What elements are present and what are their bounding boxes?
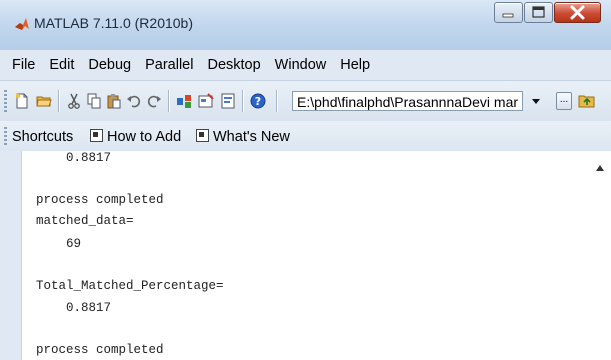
maximize-icon <box>532 6 545 18</box>
command-window[interactable]: 0.8817 process completed matched_data= 6… <box>21 151 592 360</box>
matlab-logo-icon <box>15 18 29 30</box>
close-icon <box>570 5 585 20</box>
undo-icon[interactable] <box>126 93 142 109</box>
command-output-line: matched_data= <box>36 214 134 228</box>
scroll-up-arrow-icon[interactable] <box>596 165 604 171</box>
profiler-icon[interactable] <box>220 93 236 109</box>
shortcut-how-to-add-label: How to Add <box>107 129 182 145</box>
command-output-line: process completed <box>36 193 164 207</box>
up-folder-icon[interactable] <box>578 93 596 109</box>
toolbar-grip[interactable] <box>4 90 7 112</box>
vertical-scrollbar[interactable] <box>591 151 611 360</box>
shortcut-whats-new[interactable]: What's New <box>196 129 290 145</box>
menu-edit[interactable]: Edit <box>43 50 80 80</box>
shortcut-how-to-add[interactable]: How to Add <box>90 129 181 145</box>
menu-desktop[interactable]: Desktop <box>201 50 266 80</box>
menu-bar: File Edit Debug Parallel Desktop Window … <box>0 50 611 80</box>
browse-folder-button[interactable]: ... <box>556 92 572 110</box>
command-output-line: 0.8817 <box>36 151 112 165</box>
minimize-icon <box>502 13 514 18</box>
new-file-icon[interactable] <box>14 93 30 109</box>
cut-icon[interactable] <box>66 93 82 109</box>
command-output-line: 0.8817 <box>36 301 112 315</box>
shortcuts-grip[interactable] <box>4 127 7 145</box>
menu-debug[interactable]: Debug <box>82 50 137 80</box>
paste-icon[interactable] <box>106 93 122 109</box>
copy-icon[interactable] <box>86 93 102 109</box>
menu-help[interactable]: Help <box>334 50 376 80</box>
toolbar-separator <box>276 90 278 112</box>
current-folder-input[interactable]: E:\phd\finalphd\PrasannnaDevi mar <box>292 91 523 111</box>
minimize-button[interactable] <box>494 2 523 23</box>
close-button[interactable] <box>554 2 601 23</box>
help-icon[interactable]: ? <box>250 93 266 109</box>
toolbar-separator <box>242 90 244 112</box>
window-left-edge <box>0 151 21 360</box>
shortcut-whats-new-label: What's New <box>213 129 290 145</box>
maximize-button[interactable] <box>524 2 553 23</box>
menu-file[interactable]: File <box>6 50 41 80</box>
open-folder-icon[interactable] <box>36 93 52 109</box>
window-title: MATLAB 7.11.0 (R2010b) <box>34 15 194 31</box>
guide-icon[interactable] <box>198 93 214 109</box>
toolbar: ? E:\phd\finalphd\PrasannnaDevi mar ... <box>0 80 611 121</box>
command-output-line: process completed <box>36 343 164 357</box>
svg-text:?: ? <box>255 95 261 108</box>
chevron-down-icon[interactable] <box>530 95 542 107</box>
simulink-icon[interactable] <box>176 93 192 109</box>
title-bar[interactable]: MATLAB 7.11.0 (R2010b) <box>0 0 611 51</box>
toolbar-separator <box>168 90 170 112</box>
matlab-window: MATLAB 7.11.0 (R2010b) File Edit Debug P… <box>0 0 611 360</box>
toolbar-separator <box>58 90 60 112</box>
shortcut-icon <box>196 129 209 142</box>
command-output-line: Total_Matched_Percentage= <box>36 279 224 293</box>
shortcut-icon <box>90 129 103 142</box>
redo-icon[interactable] <box>146 93 162 109</box>
shortcuts-bar: Shortcuts How to Add What's New <box>0 121 611 151</box>
command-output-line: 69 <box>36 237 82 251</box>
menu-parallel[interactable]: Parallel <box>139 50 199 80</box>
menu-window[interactable]: Window <box>269 50 333 80</box>
shortcuts-label[interactable]: Shortcuts <box>12 129 73 145</box>
